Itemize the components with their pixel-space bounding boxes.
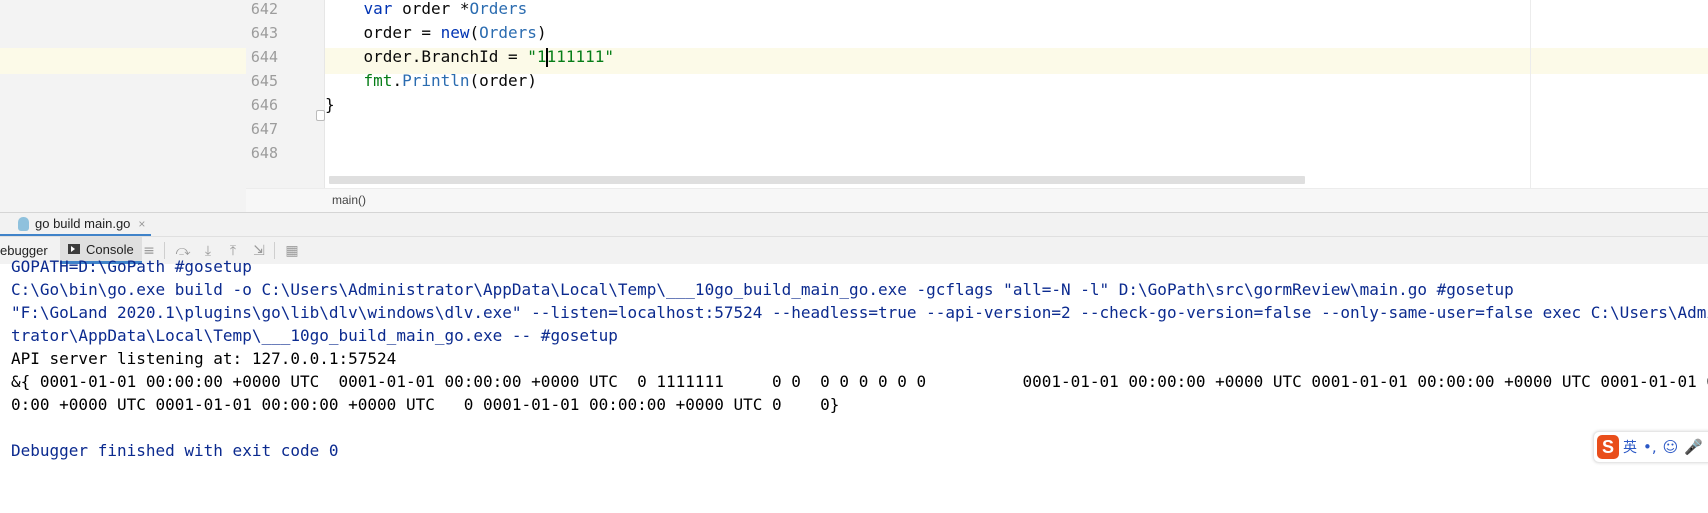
console-line: &{ 0001-01-01 00:00:00 +0000 UTC 0001-01… — [11, 372, 1708, 391]
code-token: new — [440, 23, 470, 42]
grid-layout-icon[interactable]: ▦ — [283, 242, 301, 260]
code-token: order * — [392, 0, 470, 18]
code-line[interactable]: order = new(Orders) — [325, 20, 547, 46]
console-line: API server listening at: 127.0.0.1:57524 — [11, 349, 397, 368]
horizontal-scrollbar[interactable] — [329, 176, 1305, 184]
line-number: 645 — [250, 72, 278, 90]
code-token: . — [392, 71, 403, 90]
run-tab-bar: go build main.go × — [0, 212, 1708, 237]
ime-toolbar[interactable]: S 英 •, ☺ 🎤 — [1593, 431, 1708, 463]
fold-marker-icon[interactable] — [316, 110, 325, 121]
run-to-cursor-icon[interactable]: ⇲ — [250, 242, 268, 260]
line-number: 648 — [250, 144, 278, 162]
code-token: Orders — [469, 0, 528, 18]
breadcrumb[interactable]: main() — [246, 188, 1708, 213]
console-icon — [68, 244, 80, 254]
code-token: 111111" — [546, 47, 614, 66]
gopher-icon — [18, 216, 29, 231]
console-line: "F:\GoLand 2020.1\plugins\go\lib\dlv\win… — [11, 303, 1708, 322]
code-token: order.BranchId = — [363, 47, 528, 66]
console-line: Debugger finished with exit code 0 — [11, 441, 339, 460]
code-token: "1 — [527, 47, 547, 66]
debug-toolbar: ebugger Console ≡ ⤼ ⤓ ⤒ ⇲ ▦ — [0, 236, 1708, 265]
emoji-icon[interactable]: ☺ — [1663, 438, 1679, 456]
line-number: 646 — [250, 96, 278, 114]
console-line: trator\AppData\Local\Temp\___10go_build_… — [11, 326, 618, 345]
run-tab-go-build[interactable]: go build main.go × — [0, 213, 152, 237]
code-line[interactable]: var order *Orders — [325, 0, 528, 22]
code-token: order = — [363, 23, 441, 42]
close-icon[interactable]: × — [138, 217, 145, 231]
console-line: 0:00 +0000 UTC 0001-01-01 00:00:00 +0000… — [11, 395, 840, 414]
line-number: 644 — [250, 48, 278, 66]
code-editor[interactable]: 642 643 644 645 646 647 648 var order *Orders … — [0, 0, 1708, 212]
code-token: ) — [536, 23, 547, 42]
code-token: fmt — [363, 71, 393, 90]
microphone-icon[interactable]: 🎤 — [1684, 438, 1703, 456]
project-panel — [0, 0, 246, 212]
code-token: Println — [402, 71, 470, 90]
console-line: GOPATH=D:\GoPath #gosetup — [11, 257, 252, 276]
code-area[interactable]: var order *Orders order = new(Orders) or… — [325, 0, 1708, 188]
ime-mode-toggle[interactable]: 英 — [1623, 437, 1637, 457]
code-token: ( — [469, 23, 480, 42]
punctuation-icon[interactable]: •, — [1643, 438, 1657, 456]
code-token: (order) — [469, 71, 537, 90]
toolbar-divider — [274, 242, 275, 259]
code-token: } — [325, 95, 335, 114]
run-tab-label: go build main.go — [35, 216, 131, 231]
breadcrumb-item[interactable]: main() — [332, 193, 366, 207]
code-line[interactable]: } — [325, 92, 335, 118]
code-token: var — [363, 0, 393, 18]
sogou-logo-icon[interactable]: S — [1597, 435, 1620, 459]
code-line[interactable]: order.BranchId = "1111111" — [325, 44, 614, 70]
code-line[interactable]: fmt.Println(order) — [325, 68, 537, 94]
console-output[interactable]: GOPATH=D:\GoPath #gosetup C:\Go\bin\go.ex… — [0, 257, 1708, 513]
line-number: 642 — [250, 0, 278, 18]
line-number: 643 — [250, 24, 278, 42]
console-line: C:\Go\bin\go.exe build -o C:\Users\Admin… — [11, 280, 1514, 299]
line-number-gutter: 642 643 644 645 646 647 648 — [246, 0, 325, 188]
line-number: 647 — [250, 120, 278, 138]
code-token: Orders — [479, 23, 537, 42]
